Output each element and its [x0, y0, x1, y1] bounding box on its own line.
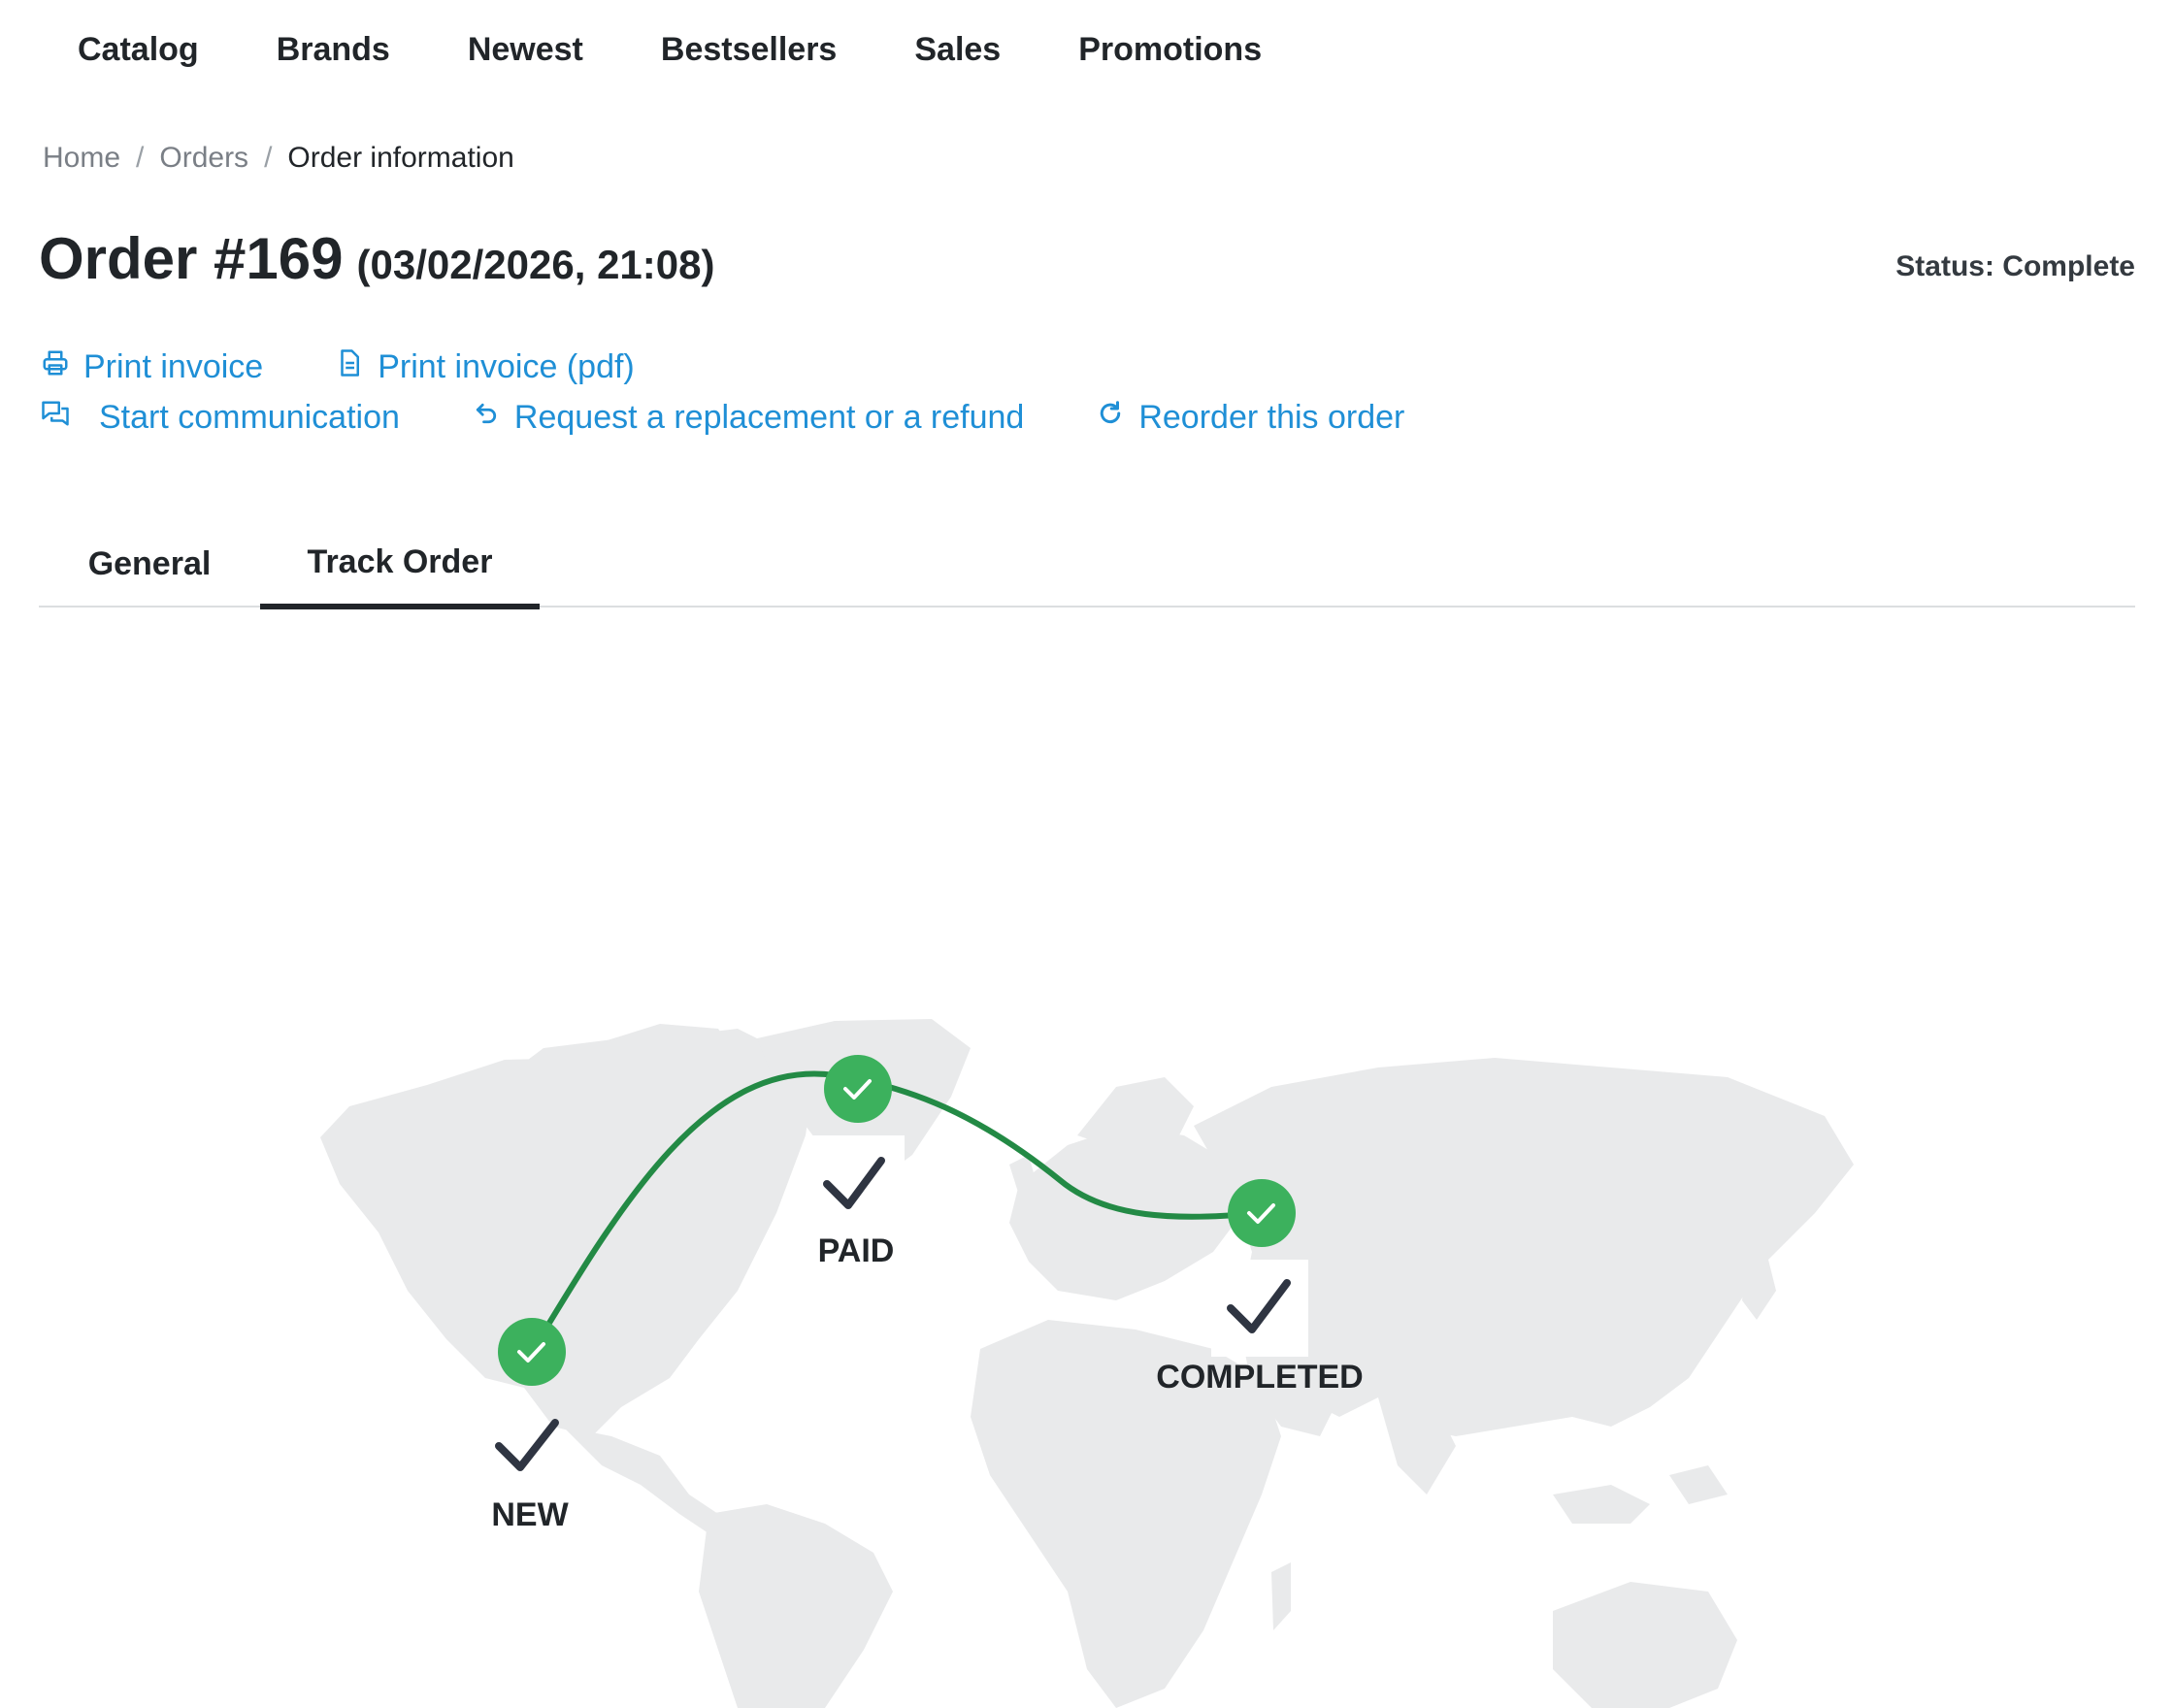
stage-completed-marker — [1228, 1179, 1296, 1247]
reorder-label: Reorder this order — [1138, 398, 1405, 436]
start-communication-label: Start communication — [99, 398, 400, 436]
tracking-route — [529, 1070, 1265, 1355]
page: { "nav": { "items": [ {"label": "Catalog… — [0, 0, 2174, 1708]
nav-newest[interactable]: Newest — [429, 21, 622, 79]
order-number: Order #169 — [39, 226, 344, 291]
top-navigation: Catalog Brands Newest Bestsellers Sales … — [39, 21, 1301, 79]
stage-paid-marker — [824, 1055, 892, 1123]
print-invoice-link[interactable]: Print invoice — [41, 348, 263, 386]
stage-new-marker — [498, 1318, 566, 1386]
stage-paid-label: PAID — [817, 1232, 895, 1269]
nav-promotions[interactable]: Promotions — [1039, 21, 1301, 79]
refresh-icon — [1096, 399, 1138, 437]
request-refund-label: Request a replacement or a refund — [513, 398, 1025, 436]
print-invoice-pdf-label: Print invoice (pdf) — [378, 347, 635, 385]
tab-general[interactable]: General — [39, 520, 260, 608]
stage-new-label: NEW — [491, 1496, 569, 1533]
order-tabs: General Track Order — [39, 520, 2135, 609]
request-refund-link[interactable]: Request a replacement or a refund — [472, 399, 1024, 437]
breadcrumb-current: Order information — [287, 142, 514, 174]
page-title: Order #169 (03/02/2026, 21:08) — [39, 225, 714, 292]
stage-paid-check-icon — [811, 1135, 905, 1229]
order-status: Status: Complete — [1895, 250, 2135, 282]
stage-new-check-icon — [495, 1419, 559, 1471]
document-icon — [335, 348, 378, 386]
order-date: (03/02/2026, 21:08) — [356, 242, 715, 287]
breadcrumb-separator: / — [136, 142, 145, 174]
printer-icon — [41, 348, 83, 386]
breadcrumb-home[interactable]: Home — [43, 142, 120, 175]
start-communication-link[interactable]: Start communication — [41, 399, 400, 437]
chat-icon — [41, 399, 99, 437]
order-actions: Print invoice Print invoice (pdf) Start — [41, 342, 1476, 443]
print-invoice-label: Print invoice — [83, 347, 264, 385]
reorder-link[interactable]: Reorder this order — [1096, 399, 1404, 437]
undo-icon — [472, 399, 514, 437]
nav-brands[interactable]: Brands — [238, 21, 429, 79]
tab-track-order[interactable]: Track Order — [260, 520, 540, 609]
stage-completed-label: COMPLETED — [1156, 1359, 1364, 1396]
nav-bestsellers[interactable]: Bestsellers — [622, 21, 875, 79]
breadcrumb: Home / Orders / Order information — [43, 142, 514, 175]
breadcrumb-orders[interactable]: Orders — [159, 142, 248, 175]
breadcrumb-separator: / — [264, 142, 273, 174]
print-invoice-pdf-link[interactable]: Print invoice (pdf) — [335, 348, 635, 386]
nav-sales[interactable]: Sales — [875, 21, 1039, 79]
world-map-landmass — [320, 1019, 1854, 1708]
stage-completed-check-icon — [1211, 1260, 1308, 1357]
nav-catalog[interactable]: Catalog — [39, 21, 238, 79]
